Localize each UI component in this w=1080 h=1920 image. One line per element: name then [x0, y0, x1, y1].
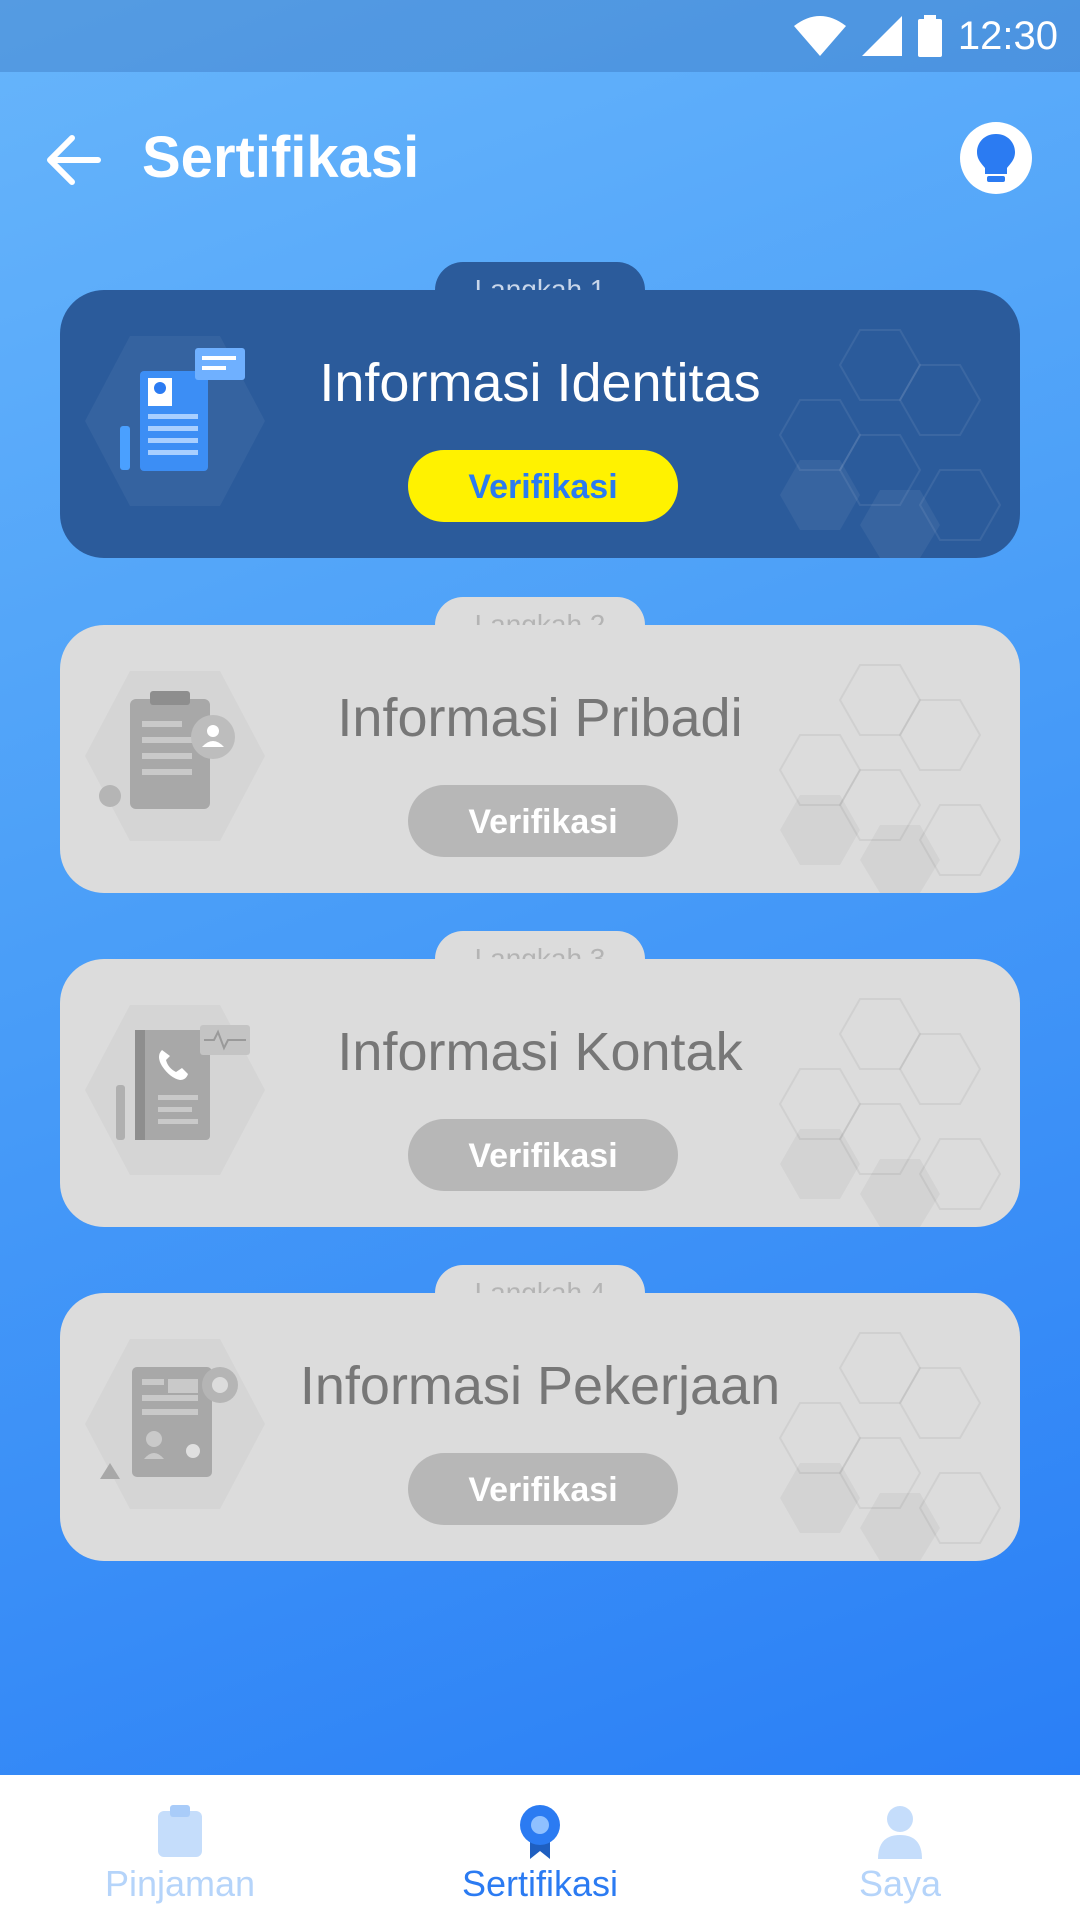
verify-button[interactable]: Verifikasi: [408, 1453, 678, 1525]
lightbulb-icon: [977, 134, 1015, 182]
nav-item-pinjaman[interactable]: Pinjaman: [0, 1775, 360, 1920]
card-body: Informasi Identitas Verifikasi: [60, 290, 1020, 558]
hexagon-pattern: [778, 998, 1002, 1227]
card-body: Informasi Pekerjaan Verifikasi: [60, 1293, 1020, 1561]
nav-label: Saya: [858, 1863, 942, 1904]
card-body: Informasi Pribadi Verifikasi: [60, 625, 1020, 893]
bottom-nav: Pinjaman Sertifikasi Saya: [0, 1775, 1080, 1920]
verify-button[interactable]: Verifikasi: [408, 785, 678, 857]
nav-item-saya[interactable]: Saya: [720, 1775, 1080, 1920]
card-title: Informasi Identitas: [319, 353, 761, 413]
card-title: Informasi Pribadi: [337, 688, 743, 748]
nav-item-sertifikasi[interactable]: Sertifikasi: [360, 1775, 720, 1920]
step-card-3: Langkah 3: [60, 931, 1020, 1227]
hexagon-pattern: [778, 329, 1002, 558]
step-card-2: Langkah 2: [60, 597, 1020, 893]
step-card-1: Langkah 1: [60, 262, 1020, 558]
tip-button[interactable]: [960, 122, 1032, 194]
signal-icon: [861, 16, 902, 56]
battery-icon: [917, 15, 942, 57]
wifi-icon: [793, 16, 846, 56]
hexagon-pattern: [778, 664, 1002, 893]
status-bar: 12:30: [0, 0, 1080, 72]
nav-label: Pinjaman: [104, 1863, 256, 1904]
status-time: 12:30: [957, 13, 1058, 58]
card-title: Informasi Kontak: [337, 1022, 743, 1082]
header: Sertifikasi: [0, 110, 1080, 210]
verify-button[interactable]: Verifikasi: [408, 1119, 678, 1191]
screen-background: 12:30 Sertifikasi Langkah 1: [0, 0, 1080, 1775]
page-title: Sertifikasi: [142, 125, 420, 190]
verify-button[interactable]: Verifikasi: [408, 450, 678, 522]
nav-label: Sertifikasi: [461, 1863, 619, 1904]
step-card-4: Langkah 4: [60, 1265, 1020, 1561]
person-icon: [878, 1806, 922, 1859]
clipboard-icon: [158, 1805, 202, 1857]
card-body: Informasi Kontak Verifikasi: [60, 959, 1020, 1227]
card-title: Informasi Pekerjaan: [299, 1356, 781, 1416]
badge-icon: [520, 1805, 560, 1859]
back-arrow-icon[interactable]: [44, 130, 104, 190]
hexagon-pattern: [778, 1332, 1002, 1561]
